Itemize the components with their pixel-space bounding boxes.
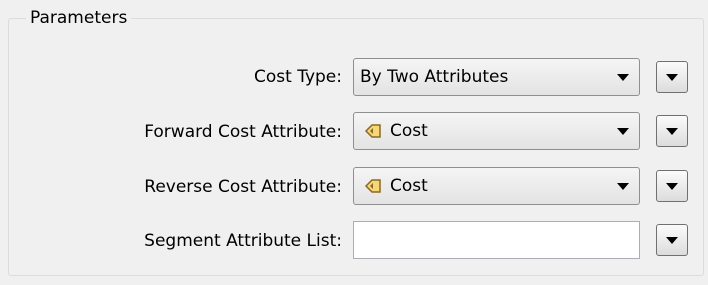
chevron-down-icon xyxy=(617,74,629,81)
reverse-cost-attribute-dropdown[interactable]: Cost xyxy=(353,167,640,205)
attribute-tag-icon xyxy=(364,179,381,193)
cost-type-label: Cost Type: xyxy=(254,67,342,87)
attribute-tag-icon xyxy=(364,124,381,138)
forward-cost-attribute-label: Forward Cost Attribute: xyxy=(144,122,342,142)
cost-type-menu-button[interactable] xyxy=(656,61,688,93)
segment-attribute-list-input[interactable] xyxy=(353,221,640,259)
group-title: Parameters xyxy=(26,8,132,28)
reverse-cost-attribute-label: Reverse Cost Attribute: xyxy=(144,177,342,197)
reverse-cost-attribute-value: Cost xyxy=(390,176,428,196)
segment-attribute-list-label: Segment Attribute List: xyxy=(144,231,342,251)
chevron-down-icon xyxy=(617,128,629,135)
chevron-down-icon xyxy=(617,183,629,190)
segment-attribute-list-menu-button[interactable] xyxy=(656,224,688,256)
forward-cost-attribute-dropdown[interactable]: Cost xyxy=(353,112,640,150)
forward-cost-attribute-menu-button[interactable] xyxy=(656,115,688,147)
forward-cost-attribute-value: Cost xyxy=(390,121,428,141)
cost-type-value: By Two Attributes xyxy=(360,67,509,87)
cost-type-dropdown[interactable]: By Two Attributes xyxy=(353,58,640,96)
reverse-cost-attribute-menu-button[interactable] xyxy=(656,170,688,202)
parameters-panel: Parameters Cost Type: By Two Attributes … xyxy=(0,0,708,285)
